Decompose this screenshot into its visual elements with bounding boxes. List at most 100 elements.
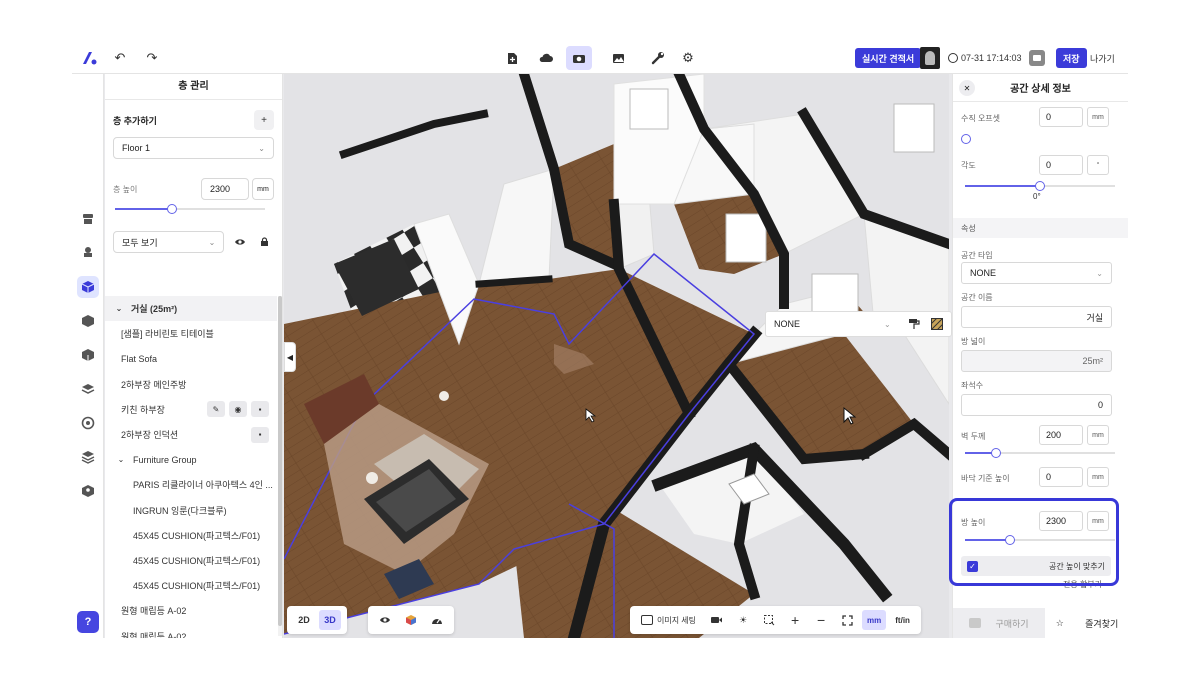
add-floor-button[interactable]: + — [254, 110, 274, 130]
unit-ftin-button[interactable]: ft/in — [890, 610, 915, 630]
floor-base-input[interactable]: 0 — [1039, 467, 1083, 487]
zoom-out-icon[interactable]: − — [810, 610, 832, 630]
space-name-input[interactable]: 거실 — [961, 306, 1112, 328]
list-item[interactable]: Flat Sofa — [105, 346, 277, 371]
help-button[interactable]: ? — [77, 611, 99, 633]
angle-input[interactable]: 0 — [1039, 155, 1083, 175]
ceiling-light — [366, 472, 378, 484]
chevron-down-icon: ⌄ — [884, 319, 891, 329]
eye-icon[interactable] — [374, 610, 396, 630]
gear-icon[interactable]: ⚙ — [678, 48, 698, 68]
layer-color-icon[interactable] — [400, 610, 422, 630]
layers-icon[interactable] — [77, 378, 99, 400]
list-item[interactable]: 45X45 CUSHION(파고텍스/F01) — [105, 548, 277, 573]
list-item[interactable]: 2하부장 인덕션 ▪ — [105, 422, 277, 447]
vertical-offset-input[interactable]: 0 — [1039, 107, 1083, 127]
unit-mm-button[interactable]: mm — [862, 610, 887, 630]
chevron-down-icon[interactable]: ⌄ — [113, 303, 125, 315]
list-item[interactable]: 원형 매립등 A-02 — [105, 623, 277, 638]
fullscreen-icon[interactable] — [836, 610, 858, 630]
buy-label: 구매하기 — [995, 618, 1029, 629]
lock-icon[interactable] — [254, 232, 274, 252]
slider-knob[interactable] — [1035, 181, 1045, 191]
pencil-icon[interactable]: ✎ — [207, 401, 225, 418]
palette-icon[interactable] — [77, 412, 99, 434]
slider-knob[interactable] — [167, 204, 177, 214]
list-item[interactable]: [샘플] 라비린토 티테이블 — [105, 321, 277, 346]
stack-icon[interactable] — [77, 446, 99, 468]
list-item[interactable]: 45X45 CUSHION(파고텍스/F01) — [105, 573, 277, 598]
slider-knob[interactable] — [991, 448, 1001, 458]
list-item[interactable]: INGRUN 잉룬(다크블루) — [105, 498, 277, 523]
favorite-button[interactable]: ☆ 즐겨찾기 — [1045, 608, 1128, 638]
box-icon[interactable] — [77, 310, 99, 332]
3d-viewport[interactable]: 2D 3D 이미지 세팅 ☀ + − mm ft/in — [284, 74, 949, 638]
image-setting-button[interactable]: 이미지 세팅 — [636, 610, 701, 630]
lock-icon[interactable]: ▪ — [251, 426, 269, 443]
cloud-icon[interactable] — [536, 48, 556, 68]
furniture-icon[interactable] — [77, 208, 99, 230]
image-icon[interactable] — [608, 48, 628, 68]
list-scrollbar[interactable] — [278, 296, 282, 636]
file-icon[interactable] — [502, 48, 522, 68]
seat-count-input[interactable]: 0 — [961, 394, 1112, 416]
app-logo — [80, 48, 100, 68]
list-item[interactable]: PARIS 리클라이너 아쿠아텍스 4인 ... — [105, 472, 277, 497]
vertical-offset-slider[interactable] — [961, 134, 1111, 144]
collapse-panel-button[interactable]: ◀ — [284, 342, 296, 372]
vertical-offset-label: 수직 오프셋 — [961, 114, 1001, 123]
panel-footer: 구매하기 ☆ 즐겨찾기 — [953, 608, 1128, 638]
floor-height-slider[interactable] — [115, 204, 265, 214]
save-button[interactable]: 저장 — [1056, 48, 1087, 68]
decor-icon[interactable] — [77, 241, 99, 263]
window — [811, 273, 859, 315]
paint-roller-icon[interactable] — [904, 314, 924, 334]
surface-material-select[interactable]: NONE ⌄ — [765, 311, 952, 337]
angle-caption: 0° — [1033, 192, 1041, 201]
list-item[interactable]: 2하부장 메인주방 — [105, 372, 277, 397]
object-icon[interactable] — [77, 344, 99, 366]
scrollbar-thumb[interactable] — [278, 296, 282, 626]
view-3d-button[interactable]: 3D — [319, 610, 341, 630]
angle-unit: ° — [1087, 155, 1109, 175]
sun-icon[interactable]: ☀ — [732, 610, 754, 630]
eye-icon[interactable] — [230, 232, 251, 252]
wall-thickness-input[interactable]: 200 — [1039, 425, 1083, 445]
slider-knob[interactable] — [961, 134, 971, 144]
list-item[interactable]: ⌄ Furniture Group — [105, 447, 277, 472]
space-type-select[interactable]: NONE ⌄ — [961, 262, 1112, 284]
wall-thickness-slider[interactable] — [965, 448, 1115, 458]
texture-icon[interactable] — [927, 314, 947, 334]
camera-icon[interactable] — [566, 46, 592, 70]
eye-icon[interactable]: ◉ — [229, 401, 247, 418]
ceiling-light — [439, 391, 449, 401]
floor-select[interactable]: Floor 1 ⌄ — [113, 137, 274, 159]
video-icon[interactable] — [705, 610, 728, 630]
avatar[interactable] — [920, 47, 940, 69]
floor-plan-render[interactable] — [284, 74, 949, 638]
redo-icon[interactable]: ↷ — [142, 48, 162, 68]
view-filter-select[interactable]: 모두 보기 ⌄ — [113, 231, 225, 253]
realtime-quote-button[interactable]: 실시간 견적서 — [855, 48, 922, 68]
view-2d-button[interactable]: 2D — [293, 610, 315, 630]
buy-button[interactable]: 구매하기 — [953, 608, 1045, 638]
angle-slider[interactable] — [965, 181, 1115, 191]
exit-button[interactable]: 나가기 — [1090, 48, 1115, 68]
undo-icon[interactable]: ↶ — [110, 48, 130, 68]
gauge-icon[interactable] — [426, 610, 448, 630]
profile-icon[interactable] — [77, 480, 99, 502]
chevron-down-icon[interactable]: ⌄ — [115, 454, 127, 466]
lock-icon[interactable]: ▪ — [251, 401, 269, 418]
history-icon[interactable] — [1029, 50, 1045, 66]
floor-height-input[interactable]: 2300 — [201, 178, 249, 200]
zoom-in-icon[interactable]: + — [784, 610, 806, 630]
wrench-icon[interactable] — [648, 48, 668, 68]
cube-icon[interactable] — [77, 276, 99, 298]
list-item[interactable]: 원형 매립등 A-02 — [105, 598, 277, 623]
select-area-icon[interactable] — [758, 610, 780, 630]
list-item[interactable]: ⌄ 거실 (25m²) — [105, 296, 277, 322]
list-item[interactable]: 45X45 CUSHION(파고텍스/F01) — [105, 523, 277, 548]
floor-height-unit: mm — [252, 178, 274, 200]
list-item[interactable]: 키친 하부장 ✎ ◉ ▪ — [105, 397, 277, 422]
close-icon[interactable]: ✕ — [959, 80, 975, 96]
